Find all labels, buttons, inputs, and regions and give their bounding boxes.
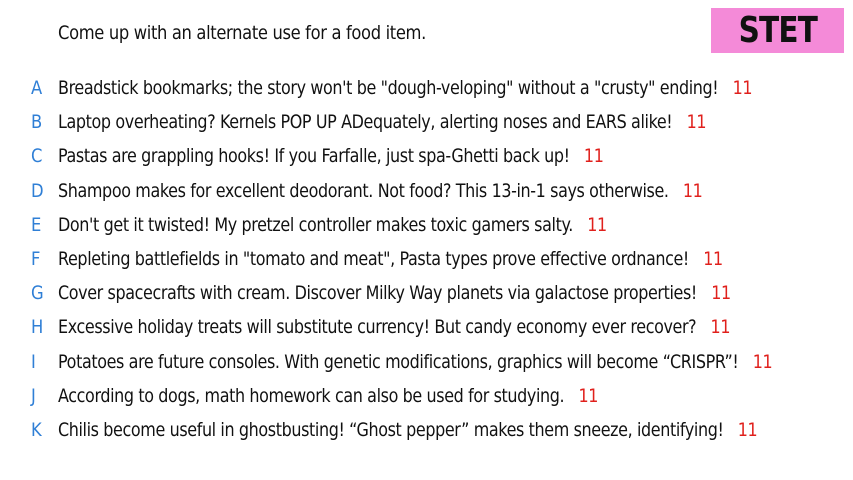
answer-body: Cover spacecrafts with cream. Discover M… (58, 282, 731, 304)
answer-letter: K (31, 418, 42, 441)
answer-letter: D (31, 179, 44, 202)
stet-logo: STET (711, 8, 844, 53)
answer-row-f[interactable]: F Repleting battlefields in "tomato and … (0, 242, 853, 276)
answer-text: Repleting battlefields in "tomato and me… (58, 248, 689, 271)
answer-row-e[interactable]: E Don't get it twisted! My pretzel contr… (0, 208, 853, 242)
answer-score: 11 (587, 213, 607, 236)
answer-score: 11 (752, 350, 773, 373)
answer-row-b[interactable]: B Laptop overheating? Kernels POP UP ADe… (0, 105, 853, 139)
answer-text: According to dogs, math homework can als… (58, 384, 565, 407)
answer-body: According to dogs, math homework can als… (58, 385, 598, 407)
answer-body: Don't get it twisted! My pretzel control… (58, 214, 607, 236)
answer-text: Don't get it twisted! My pretzel control… (58, 213, 573, 236)
answer-text: Potatoes are future consoles. With genet… (58, 350, 739, 373)
answer-score: 11 (711, 282, 731, 305)
answer-body: Repleting battlefields in "tomato and me… (58, 248, 723, 270)
answer-row-h[interactable]: H Excessive holiday treats will substitu… (0, 310, 853, 344)
answer-body: Shampoo makes for excellent deodorant. N… (58, 179, 703, 202)
answer-text: Excessive holiday treats will substitute… (58, 316, 697, 339)
answer-body: Chilis become useful in ghostbusting! “G… (58, 418, 758, 441)
answer-row-j[interactable]: J According to dogs, math homework can a… (0, 379, 853, 413)
answer-text: Laptop overheating? Kernels POP UP ADequ… (58, 111, 673, 134)
prompt-text: Come up with an alternate use for a food… (58, 22, 426, 44)
answer-text: Pastas are grappling hooks! If you Farfa… (58, 145, 570, 168)
answer-text: Breadstick bookmarks; the story won't be… (58, 77, 719, 100)
answer-letter: F (31, 248, 41, 271)
answer-text: Cover spacecrafts with cream. Discover M… (58, 282, 697, 305)
answer-letter: J (31, 384, 36, 407)
answer-body: Breadstick bookmarks; the story won't be… (58, 77, 753, 100)
answer-score: 11 (682, 179, 703, 202)
answer-score: 11 (578, 384, 599, 407)
answer-score: 11 (710, 316, 731, 339)
answer-body: Excessive holiday treats will substitute… (58, 316, 731, 339)
answer-body: Laptop overheating? Kernels POP UP ADequ… (58, 111, 707, 134)
logo-text: STET (738, 10, 817, 51)
answer-letter: I (31, 350, 36, 373)
answer-text: Chilis become useful in ghostbusting! “G… (58, 418, 724, 441)
answer-score: 11 (732, 77, 753, 100)
answer-body: Potatoes are future consoles. With genet… (58, 350, 773, 373)
answer-score: 11 (737, 418, 758, 441)
answer-text: Shampoo makes for excellent deodorant. N… (58, 179, 669, 202)
answer-letter: H (31, 316, 44, 339)
answer-row-c[interactable]: C Pastas are grappling hooks! If you Far… (0, 139, 853, 173)
answer-score: 11 (583, 145, 604, 168)
answer-score: 11 (703, 248, 723, 271)
answer-letter: G (31, 282, 44, 305)
answer-score: 11 (686, 111, 707, 134)
answer-letter: E (31, 213, 42, 236)
answer-letter: A (31, 77, 43, 100)
answer-letter: C (31, 145, 43, 168)
answer-body: Pastas are grappling hooks! If you Farfa… (58, 145, 604, 168)
answer-letter: B (31, 111, 43, 134)
answer-row-k[interactable]: K Chilis become useful in ghostbusting! … (0, 413, 853, 447)
answer-row-a[interactable]: A Breadstick bookmarks; the story won't … (0, 71, 853, 105)
answer-row-i[interactable]: I Potatoes are future consoles. With gen… (0, 345, 853, 379)
answer-list: A Breadstick bookmarks; the story won't … (0, 71, 853, 447)
answer-row-g[interactable]: G Cover spacecrafts with cream. Discover… (0, 276, 853, 310)
answer-row-d[interactable]: D Shampoo makes for excellent deodorant.… (0, 174, 853, 208)
